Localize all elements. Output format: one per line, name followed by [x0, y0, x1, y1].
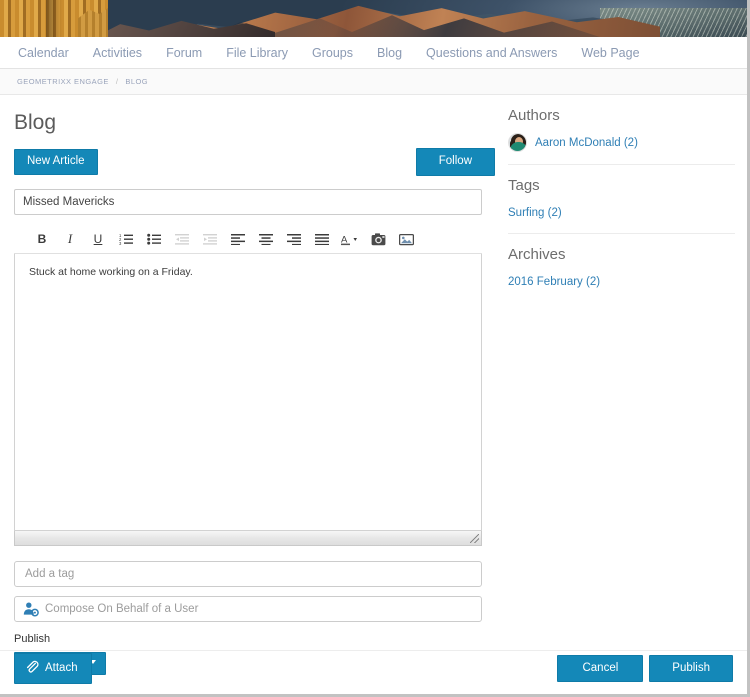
sidebar-section-tags: Tags Surfing (2) — [508, 164, 735, 233]
text-color-icon[interactable]: A — [336, 227, 364, 251]
indent-icon — [196, 227, 224, 251]
tag-link[interactable]: Surfing (2) — [508, 207, 562, 219]
nav-item-calendar[interactable]: Calendar — [6, 37, 81, 69]
nav-item-web-page[interactable]: Web Page — [569, 37, 651, 69]
archive-link[interactable]: 2016 February (2) — [508, 276, 600, 288]
rich-text-editor: B I U 123 A Stuck at home working on a F… — [14, 226, 482, 546]
bold-icon[interactable]: B — [28, 227, 56, 251]
underline-icon[interactable]: U — [84, 227, 112, 251]
publish-label: Publish — [14, 632, 51, 645]
italic-icon[interactable]: I — [56, 227, 84, 251]
nav-item-activities[interactable]: Activities — [81, 37, 154, 69]
sidebar-section-archives: Archives 2016 February (2) — [508, 233, 735, 302]
form-action-bar: Attach Cancel Publish — [0, 650, 747, 686]
compose-on-behalf-input[interactable] — [14, 595, 482, 622]
cancel-button[interactable]: Cancel — [557, 654, 644, 683]
italic-glyph: I — [67, 231, 73, 246]
align-left-icon[interactable] — [224, 227, 252, 251]
nav-item-groups[interactable]: Groups — [300, 37, 365, 69]
compose-on-behalf-row — [14, 595, 482, 622]
breadcrumb-root-link[interactable]: GEOMETRIXX ENGAGE — [17, 77, 109, 86]
banner-cactus-shadow — [46, 0, 62, 37]
align-center-icon[interactable] — [252, 227, 280, 251]
article-actions-row: New Article Follow — [14, 148, 495, 176]
avatar-body — [510, 142, 526, 151]
primary-navigation: Calendar Activities Forum File Library G… — [0, 37, 747, 69]
article-body-editor[interactable]: Stuck at home working on a Friday. — [14, 253, 482, 531]
sidebar-section-authors: Authors Aaron McDonald (2) — [508, 107, 735, 164]
outdent-icon — [168, 227, 196, 251]
archives-heading: Archives — [508, 246, 566, 263]
user-compose-icon — [23, 601, 39, 617]
page-content: Blog New Article Follow B I U 123 — [0, 95, 747, 675]
nav-item-file-library[interactable]: File Library — [214, 37, 300, 69]
align-justify-icon[interactable] — [308, 227, 336, 251]
sidebar: Authors Aaron McDonald (2) Tags Surfing … — [495, 107, 735, 675]
tags-heading: Tags — [508, 177, 540, 194]
site-banner-image — [0, 0, 747, 37]
breadcrumb-current: BLOG — [125, 77, 149, 86]
publish-button[interactable]: Publish — [649, 654, 733, 683]
editor-horizontal-scrollbar[interactable] — [14, 530, 482, 546]
page-root: Calendar Activities Forum File Library G… — [0, 0, 750, 697]
follow-button[interactable]: Follow — [415, 148, 495, 176]
authors-heading: Authors — [508, 107, 560, 124]
author-list-item[interactable]: Aaron McDonald (2) — [508, 133, 735, 152]
avatar — [508, 133, 527, 152]
attach-button[interactable]: Attach — [14, 652, 92, 685]
new-article-button[interactable]: New Article — [14, 149, 98, 175]
author-link[interactable]: Aaron McDonald (2) — [535, 137, 638, 149]
article-body-text: Stuck at home working on a Friday. — [29, 265, 193, 278]
bullet-list-icon[interactable] — [140, 227, 168, 251]
svg-text:3: 3 — [119, 241, 122, 245]
align-right-icon[interactable] — [280, 227, 308, 251]
nav-item-blog[interactable]: Blog — [365, 37, 414, 69]
editor-resize-grip[interactable] — [470, 533, 479, 543]
paperclip-icon — [25, 660, 39, 678]
editor-toolbar: B I U 123 A — [14, 226, 482, 254]
add-tag-input[interactable] — [14, 560, 482, 587]
page-title: Blog — [14, 111, 57, 134]
article-title-input[interactable] — [14, 188, 482, 215]
insert-image-icon[interactable] — [392, 227, 420, 251]
attach-button-label: Attach — [45, 661, 78, 674]
nav-item-questions-and-answers[interactable]: Questions and Answers — [414, 37, 569, 69]
bold-glyph: B — [37, 232, 47, 246]
nav-item-forum[interactable]: Forum — [154, 37, 214, 69]
emoticon-icon[interactable] — [364, 227, 392, 251]
breadcrumb-separator: / — [115, 77, 119, 86]
breadcrumb: GEOMETRIXX ENGAGE / BLOG — [0, 69, 747, 95]
numbered-list-icon[interactable]: 123 — [112, 227, 140, 251]
underline-glyph: U — [93, 232, 103, 246]
main-column: Blog New Article Follow B I U 123 — [0, 107, 495, 675]
